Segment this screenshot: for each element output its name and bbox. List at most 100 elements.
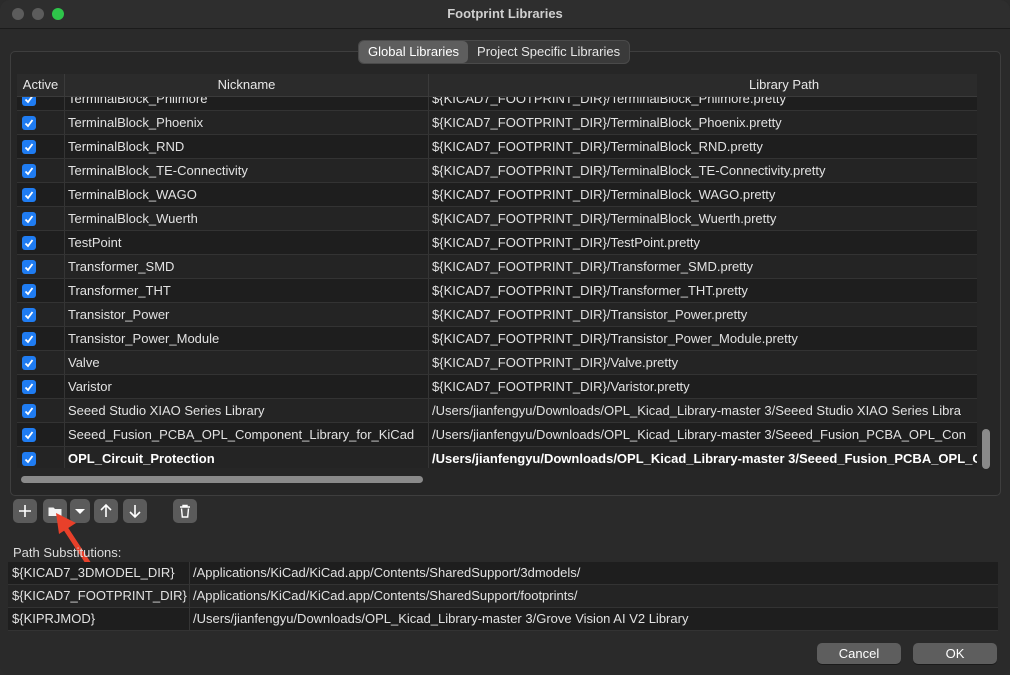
library-table-header: Active Nickname Library Path [17,74,977,97]
table-row[interactable]: Transformer_THT ${KICAD7_FOOTPRINT_DIR}/T… [17,279,977,303]
checkmark-icon [24,143,34,152]
library-path-cell[interactable]: ${KICAD7_FOOTPRINT_DIR}/Valve.pretty [429,351,977,374]
table-row[interactable]: TerminalBlock_WAGO ${KICAD7_FOOTPRINT_DIR… [17,183,977,207]
active-checkbox[interactable] [22,188,36,202]
active-checkbox[interactable] [22,332,36,346]
move-down-button[interactable] [123,499,147,523]
nickname-cell[interactable]: TerminalBlock_RND [65,135,429,158]
active-cell [17,135,65,158]
trash-icon [180,504,190,518]
remove-library-button[interactable] [173,499,197,523]
arrow-down-icon [129,505,141,519]
library-table: TerminalBlock_Philmore ${KICAD7_FOOTPRINT… [17,74,977,468]
library-path-cell[interactable]: ${KICAD7_FOOTPRINT_DIR}/Transformer_THT.… [429,279,977,302]
active-checkbox[interactable] [22,428,36,442]
active-cell [17,447,65,468]
horizontal-scrollbar-thumb[interactable] [21,476,423,483]
column-header-nickname[interactable]: Nickname [65,74,429,96]
horizontal-scrollbar[interactable] [17,472,977,486]
active-checkbox[interactable] [22,404,36,418]
active-cell [17,255,65,278]
library-path-cell[interactable]: ${KICAD7_FOOTPRINT_DIR}/Varistor.pretty [429,375,977,398]
library-path-cell[interactable]: /Users/jianfengyu/Downloads/OPL_Kicad_Li… [429,399,977,422]
active-cell [17,231,65,254]
tab-project-specific-libraries[interactable]: Project Specific Libraries [468,41,629,63]
active-cell [17,159,65,182]
library-table-body: TerminalBlock_Philmore ${KICAD7_FOOTPRINT… [17,87,977,468]
nickname-cell[interactable]: TerminalBlock_Phoenix [65,111,429,134]
nickname-cell[interactable]: Transistor_Power_Module [65,327,429,350]
library-path-cell[interactable]: ${KICAD7_FOOTPRINT_DIR}/TerminalBlock_TE… [429,159,977,182]
active-checkbox[interactable] [22,380,36,394]
table-row[interactable]: OPL_Circuit_Protection/Users/jianfengyu/… [17,447,977,468]
nickname-cell[interactable]: Transformer_SMD [65,255,429,278]
checkmark-icon [24,359,34,368]
active-checkbox[interactable] [22,356,36,370]
table-row[interactable]: Transistor_Power ${KICAD7_FOOTPRINT_DIR}/… [17,303,977,327]
active-cell [17,375,65,398]
nickname-cell[interactable]: Transistor_Power [65,303,429,326]
table-row[interactable]: Seeed_Fusion_PCBA_OPL_Component_Library_… [17,423,977,447]
nickname-cell[interactable]: OPL_Circuit_Protection [65,447,429,468]
active-checkbox[interactable] [22,236,36,250]
library-path-cell[interactable]: ${KICAD7_FOOTPRINT_DIR}/TerminalBlock_Ph… [429,111,977,134]
active-cell [17,327,65,350]
checkmark-icon [24,335,34,344]
table-row[interactable]: TerminalBlock_RND ${KICAD7_FOOTPRINT_DIR}… [17,135,977,159]
nickname-cell[interactable]: TestPoint [65,231,429,254]
active-checkbox[interactable] [22,452,36,466]
ok-button[interactable]: OK [913,643,997,664]
vertical-scrollbar-thumb[interactable] [982,429,990,469]
nickname-cell[interactable]: Valve [65,351,429,374]
active-checkbox[interactable] [22,260,36,274]
active-cell [17,423,65,446]
nickname-cell[interactable]: TerminalBlock_WAGO [65,183,429,206]
table-row[interactable]: TerminalBlock_Wuerth ${KICAD7_FOOTPRINT_D… [17,207,977,231]
nickname-cell[interactable]: TerminalBlock_Wuerth [65,207,429,230]
column-header-active[interactable]: Active [17,74,65,96]
library-path-cell[interactable]: ${KICAD7_FOOTPRINT_DIR}/TerminalBlock_Wu… [429,207,977,230]
active-checkbox[interactable] [22,116,36,130]
active-checkbox[interactable] [22,164,36,178]
nickname-cell[interactable]: Seeed_Fusion_PCBA_OPL_Component_Library_… [65,423,429,446]
library-path-cell[interactable]: ${KICAD7_FOOTPRINT_DIR}/TerminalBlock_RN… [429,135,977,158]
active-checkbox[interactable] [22,212,36,226]
nickname-cell[interactable]: TerminalBlock_TE-Connectivity [65,159,429,182]
vertical-scrollbar[interactable] [979,74,993,472]
title-bar: Footprint Libraries [0,0,1010,29]
substitution-variable: ${KICAD7_FOOTPRINT_DIR} [8,585,190,607]
nickname-cell[interactable]: Seeed Studio XIAO Series Library [65,399,429,422]
column-header-library-path[interactable]: Library Path [429,74,977,96]
cancel-button[interactable]: Cancel [817,643,901,664]
substitution-path: /Applications/KiCad/KiCad.app/Contents/S… [193,565,581,580]
tab-global-libraries[interactable]: Global Libraries [359,41,469,63]
substitution-row[interactable]: ${KICAD7_3DMODEL_DIR} /Applications/KiCa… [8,562,998,585]
nickname-cell[interactable]: Varistor [65,375,429,398]
library-path-cell[interactable]: ${KICAD7_FOOTPRINT_DIR}/Transistor_Power… [429,303,977,326]
library-path-cell[interactable]: /Users/jianfengyu/Downloads/OPL_Kicad_Li… [429,423,977,446]
active-cell [17,111,65,134]
library-path-cell[interactable]: ${KICAD7_FOOTPRINT_DIR}/Transistor_Power… [429,327,977,350]
nickname-cell[interactable]: Transformer_THT [65,279,429,302]
table-row[interactable]: Seeed Studio XIAO Series Library/Users/j… [17,399,977,423]
table-row[interactable]: Varistor ${KICAD7_FOOTPRINT_DIR}/Varistor… [17,375,977,399]
library-path-cell[interactable]: ${KICAD7_FOOTPRINT_DIR}/Transformer_SMD.… [429,255,977,278]
active-checkbox[interactable] [22,308,36,322]
active-checkbox[interactable] [22,284,36,298]
library-path-cell[interactable]: ${KICAD7_FOOTPRINT_DIR}/TestPoint.pretty [429,231,977,254]
table-row[interactable]: Valve ${KICAD7_FOOTPRINT_DIR}/Valve.prett… [17,351,977,375]
table-row[interactable]: Transformer_SMD ${KICAD7_FOOTPRINT_DIR}/T… [17,255,977,279]
substitution-row[interactable]: ${KICAD7_FOOTPRINT_DIR} /Applications/Ki… [8,585,998,608]
table-row[interactable]: Transistor_Power_Module ${KICAD7_FOOTPRIN… [17,327,977,351]
table-row[interactable]: TestPoint ${KICAD7_FOOTPRINT_DIR}/TestPoi… [17,231,977,255]
table-row[interactable]: TerminalBlock_TE-Connectivity ${KICAD7_FO… [17,159,977,183]
library-path-cell[interactable]: ${KICAD7_FOOTPRINT_DIR}/TerminalBlock_WA… [429,183,977,206]
table-row[interactable]: TerminalBlock_Phoenix ${KICAD7_FOOTPRINT_… [17,111,977,135]
add-library-button[interactable] [13,499,37,523]
substitution-row[interactable]: ${KIPRJMOD} /Users/jianfengyu/Downloads/… [8,608,998,631]
checkmark-icon [24,383,34,392]
checkmark-icon [24,191,34,200]
active-checkbox[interactable] [22,140,36,154]
substitution-path: /Applications/KiCad/KiCad.app/Contents/S… [193,588,578,603]
library-path-cell[interactable]: /Users/jianfengyu/Downloads/OPL_Kicad_Li… [429,447,977,468]
